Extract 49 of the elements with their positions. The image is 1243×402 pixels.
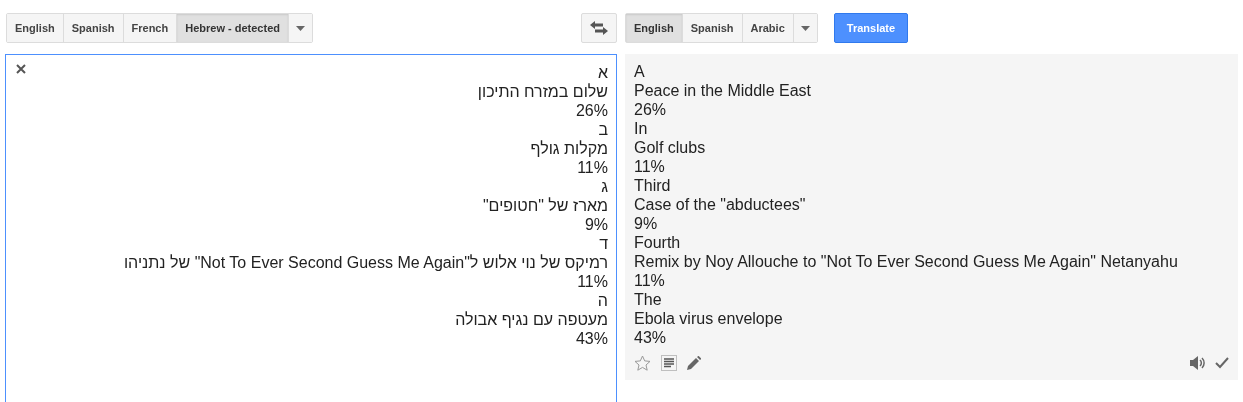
language-dropdown[interactable] — [288, 14, 312, 42]
translation-line: Case of the "abductees" — [634, 196, 806, 213]
source-line: ב — [598, 121, 608, 138]
source-line: ג — [601, 178, 608, 195]
translation-line: Peace in the Middle East — [634, 82, 811, 99]
checkmark-icon[interactable] — [1215, 357, 1229, 369]
language-tab[interactable]: English — [626, 14, 683, 42]
language-tab[interactable]: English — [7, 14, 64, 42]
caret-icon — [800, 25, 810, 31]
source-line: 9% — [584, 216, 608, 233]
translation-line: A — [634, 63, 645, 80]
translation-line: Remix by Noy Allouche to "Not To Ever Second Guess Me Again" Netanyahu — [634, 253, 1178, 270]
translation-line: Third — [634, 177, 671, 194]
list-icon[interactable] — [661, 355, 677, 371]
source-line: א — [597, 64, 608, 81]
translation-line: Ebola virus envelope — [634, 310, 783, 327]
language-tab[interactable]: Spanish — [682, 14, 743, 42]
translation-line: 26% — [634, 101, 667, 118]
translation-line: 43% — [634, 329, 667, 346]
translation-line: Fourth — [634, 234, 681, 251]
language-tab[interactable]: Spanish — [63, 14, 124, 42]
language-tab[interactable]: Hebrew - detected — [177, 14, 289, 42]
pencil-icon[interactable] — [687, 356, 701, 370]
source-line: 11% — [577, 273, 608, 290]
source-line: 43% — [575, 330, 608, 347]
close-icon — [16, 64, 26, 74]
language-tab[interactable]: French — [123, 14, 178, 42]
speaker-icon[interactable] — [1190, 356, 1205, 370]
language-tab[interactable]: Arabic — [742, 14, 794, 42]
source-line: 26% — [575, 102, 608, 119]
source-line: מעטפה עם נגיף אבולה — [455, 311, 608, 328]
translation-line: 11% — [634, 272, 665, 289]
swap-arrows-icon — [590, 21, 608, 35]
source-line: רמיקס של נוי אלוש ל"Not To Ever Second Guess Me Again" של נתניהו — [123, 254, 608, 271]
source-line: שלום במזרח התיכון — [477, 83, 608, 100]
source-line: מקלות גולף — [530, 140, 608, 157]
source-line: ה — [597, 292, 608, 309]
language-dropdown[interactable] — [793, 14, 817, 42]
star-icon[interactable] — [634, 355, 651, 371]
source-line: מארז של "חטופים" — [482, 197, 608, 214]
source-line: ד — [599, 235, 608, 252]
translation-line: The — [634, 291, 662, 308]
caret-icon — [295, 25, 305, 31]
swap-languages-button[interactable] — [581, 13, 617, 43]
source-line: 11% — [577, 159, 608, 176]
translation-line: Golf clubs — [634, 139, 706, 156]
translation-line: In — [634, 120, 648, 137]
translation-line: 11% — [634, 158, 665, 175]
translation-line: 9% — [634, 215, 658, 232]
